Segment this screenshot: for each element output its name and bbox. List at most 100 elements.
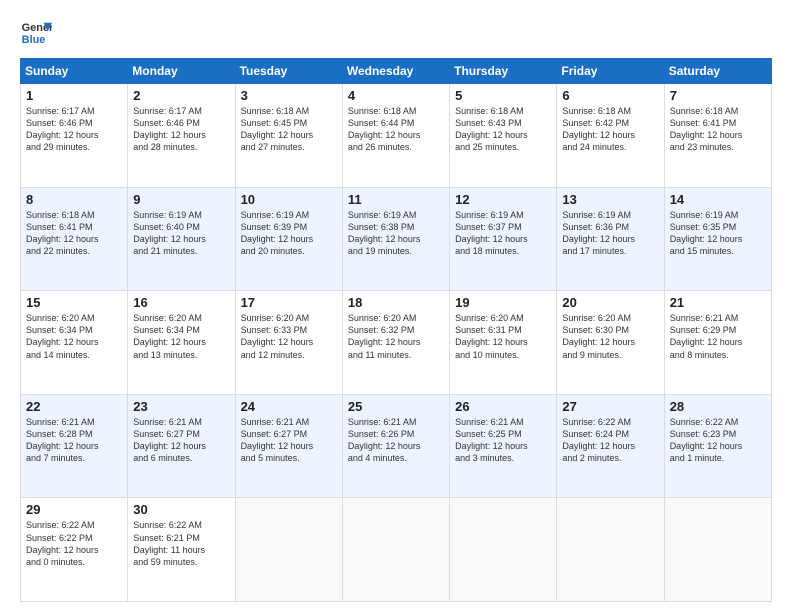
day-number: 8 — [26, 192, 122, 207]
day-number: 1 — [26, 88, 122, 103]
calendar-header-row: SundayMondayTuesdayWednesdayThursdayFrid… — [21, 59, 772, 84]
day-number: 12 — [455, 192, 551, 207]
calendar-cell — [235, 498, 342, 602]
cell-info: Sunrise: 6:21 AMSunset: 6:28 PMDaylight:… — [26, 416, 122, 465]
cell-info: Sunrise: 6:22 AMSunset: 6:21 PMDaylight:… — [133, 519, 229, 568]
day-number: 3 — [241, 88, 337, 103]
day-number: 21 — [670, 295, 766, 310]
calendar-week-1: 1 Sunrise: 6:17 AMSunset: 6:46 PMDaylight… — [21, 84, 772, 188]
day-number: 16 — [133, 295, 229, 310]
calendar-cell: 1 Sunrise: 6:17 AMSunset: 6:46 PMDaylight… — [21, 84, 128, 188]
calendar-cell — [557, 498, 664, 602]
cell-info: Sunrise: 6:17 AMSunset: 6:46 PMDaylight:… — [26, 105, 122, 154]
day-number: 2 — [133, 88, 229, 103]
day-number: 11 — [348, 192, 444, 207]
cell-info: Sunrise: 6:22 AMSunset: 6:24 PMDaylight:… — [562, 416, 658, 465]
day-number: 27 — [562, 399, 658, 414]
day-number: 10 — [241, 192, 337, 207]
cell-info: Sunrise: 6:21 AMSunset: 6:26 PMDaylight:… — [348, 416, 444, 465]
calendar-cell: 22Sunrise: 6:21 AMSunset: 6:28 PMDayligh… — [21, 394, 128, 498]
calendar-cell: 19 Sunrise: 6:20 AMSunset: 6:31 PMDayligh… — [450, 291, 557, 395]
cell-info: Sunrise: 6:21 AMSunset: 6:27 PMDaylight:… — [241, 416, 337, 465]
day-number: 28 — [670, 399, 766, 414]
calendar-cell: 24 Sunrise: 6:21 AMSunset: 6:27 PMDayligh… — [235, 394, 342, 498]
calendar-week-3: 15 Sunrise: 6:20 AMSunset: 6:34 PMDayligh… — [21, 291, 772, 395]
calendar-body: 1 Sunrise: 6:17 AMSunset: 6:46 PMDaylight… — [21, 84, 772, 602]
cell-info: Sunrise: 6:19 AMSunset: 6:40 PMDaylight:… — [133, 209, 229, 258]
calendar-table: SundayMondayTuesdayWednesdayThursdayFrid… — [20, 58, 772, 602]
cell-info: Sunrise: 6:21 AMSunset: 6:25 PMDaylight:… — [455, 416, 551, 465]
calendar-cell: 12 Sunrise: 6:19 AMSunset: 6:37 PMDayligh… — [450, 187, 557, 291]
calendar-cell: 30 Sunrise: 6:22 AMSunset: 6:21 PMDayligh… — [128, 498, 235, 602]
day-number: 30 — [133, 502, 229, 517]
calendar-cell: 25 Sunrise: 6:21 AMSunset: 6:26 PMDayligh… — [342, 394, 449, 498]
cell-info: Sunrise: 6:22 AMSunset: 6:23 PMDaylight:… — [670, 416, 766, 465]
calendar-cell: 15Sunrise: 6:20 AMSunset: 6:34 PMDayligh… — [21, 291, 128, 395]
cell-info: Sunrise: 6:21 AMSunset: 6:27 PMDaylight:… — [133, 416, 229, 465]
day-header-tuesday: Tuesday — [235, 59, 342, 84]
cell-info: Sunrise: 6:20 AMSunset: 6:33 PMDaylight:… — [241, 312, 337, 361]
cell-info: Sunrise: 6:19 AMSunset: 6:35 PMDaylight:… — [670, 209, 766, 258]
day-number: 7 — [670, 88, 766, 103]
cell-info: Sunrise: 6:18 AMSunset: 6:43 PMDaylight:… — [455, 105, 551, 154]
calendar-cell: 20Sunrise: 6:20 AMSunset: 6:30 PMDayligh… — [557, 291, 664, 395]
day-number: 9 — [133, 192, 229, 207]
calendar-cell: 9 Sunrise: 6:19 AMSunset: 6:40 PMDaylight… — [128, 187, 235, 291]
calendar-cell: 8 Sunrise: 6:18 AMSunset: 6:41 PMDaylight… — [21, 187, 128, 291]
day-number: 14 — [670, 192, 766, 207]
calendar-cell: 4 Sunrise: 6:18 AMSunset: 6:44 PMDaylight… — [342, 84, 449, 188]
logo-icon: General Blue — [20, 16, 52, 48]
calendar-cell: 27 Sunrise: 6:22 AMSunset: 6:24 PMDayligh… — [557, 394, 664, 498]
calendar-cell — [664, 498, 771, 602]
svg-text:Blue: Blue — [22, 34, 46, 46]
day-number: 29 — [26, 502, 122, 517]
calendar-cell: 10 Sunrise: 6:19 AMSunset: 6:39 PMDayligh… — [235, 187, 342, 291]
header: General Blue — [20, 16, 772, 48]
calendar-cell — [342, 498, 449, 602]
day-number: 6 — [562, 88, 658, 103]
day-header-wednesday: Wednesday — [342, 59, 449, 84]
cell-info: Sunrise: 6:18 AMSunset: 6:41 PMDaylight:… — [26, 209, 122, 258]
cell-info: Sunrise: 6:19 AMSunset: 6:36 PMDaylight:… — [562, 209, 658, 258]
day-number: 26 — [455, 399, 551, 414]
day-number: 17 — [241, 295, 337, 310]
cell-info: Sunrise: 6:18 AMSunset: 6:41 PMDaylight:… — [670, 105, 766, 154]
day-number: 23 — [133, 399, 229, 414]
cell-info: Sunrise: 6:20 AMSunset: 6:34 PMDaylight:… — [133, 312, 229, 361]
day-number: 4 — [348, 88, 444, 103]
calendar-cell: 18Sunrise: 6:20 AMSunset: 6:32 PMDayligh… — [342, 291, 449, 395]
calendar-cell: 5 Sunrise: 6:18 AMSunset: 6:43 PMDaylight… — [450, 84, 557, 188]
cell-info: Sunrise: 6:19 AMSunset: 6:39 PMDaylight:… — [241, 209, 337, 258]
calendar-cell: 7 Sunrise: 6:18 AMSunset: 6:41 PMDaylight… — [664, 84, 771, 188]
calendar-cell: 6 Sunrise: 6:18 AMSunset: 6:42 PMDaylight… — [557, 84, 664, 188]
calendar-cell: 3 Sunrise: 6:18 AMSunset: 6:45 PMDaylight… — [235, 84, 342, 188]
cell-info: Sunrise: 6:19 AMSunset: 6:38 PMDaylight:… — [348, 209, 444, 258]
calendar-cell: 16 Sunrise: 6:20 AMSunset: 6:34 PMDayligh… — [128, 291, 235, 395]
calendar-week-5: 29 Sunrise: 6:22 AMSunset: 6:22 PMDayligh… — [21, 498, 772, 602]
cell-info: Sunrise: 6:18 AMSunset: 6:42 PMDaylight:… — [562, 105, 658, 154]
day-header-sunday: Sunday — [21, 59, 128, 84]
day-number: 15 — [26, 295, 122, 310]
logo: General Blue — [20, 16, 56, 48]
cell-info: Sunrise: 6:19 AMSunset: 6:37 PMDaylight:… — [455, 209, 551, 258]
day-number: 20 — [562, 295, 658, 310]
cell-info: Sunrise: 6:18 AMSunset: 6:44 PMDaylight:… — [348, 105, 444, 154]
calendar-cell: 11 Sunrise: 6:19 AMSunset: 6:38 PMDayligh… — [342, 187, 449, 291]
cell-info: Sunrise: 6:22 AMSunset: 6:22 PMDaylight:… — [26, 519, 122, 568]
day-number: 24 — [241, 399, 337, 414]
day-number: 19 — [455, 295, 551, 310]
day-number: 5 — [455, 88, 551, 103]
day-header-thursday: Thursday — [450, 59, 557, 84]
page: General Blue SundayMondayTuesdayWednesda… — [0, 0, 792, 612]
calendar-cell: 23 Sunrise: 6:21 AMSunset: 6:27 PMDayligh… — [128, 394, 235, 498]
day-number: 13 — [562, 192, 658, 207]
cell-info: Sunrise: 6:20 AMSunset: 6:32 PMDaylight:… — [348, 312, 444, 361]
calendar-cell: 26 Sunrise: 6:21 AMSunset: 6:25 PMDayligh… — [450, 394, 557, 498]
cell-info: Sunrise: 6:20 AMSunset: 6:31 PMDaylight:… — [455, 312, 551, 361]
cell-info: Sunrise: 6:18 AMSunset: 6:45 PMDaylight:… — [241, 105, 337, 154]
day-header-friday: Friday — [557, 59, 664, 84]
calendar-cell — [450, 498, 557, 602]
day-number: 25 — [348, 399, 444, 414]
calendar-cell: 13 Sunrise: 6:19 AMSunset: 6:36 PMDayligh… — [557, 187, 664, 291]
calendar-week-4: 22Sunrise: 6:21 AMSunset: 6:28 PMDayligh… — [21, 394, 772, 498]
